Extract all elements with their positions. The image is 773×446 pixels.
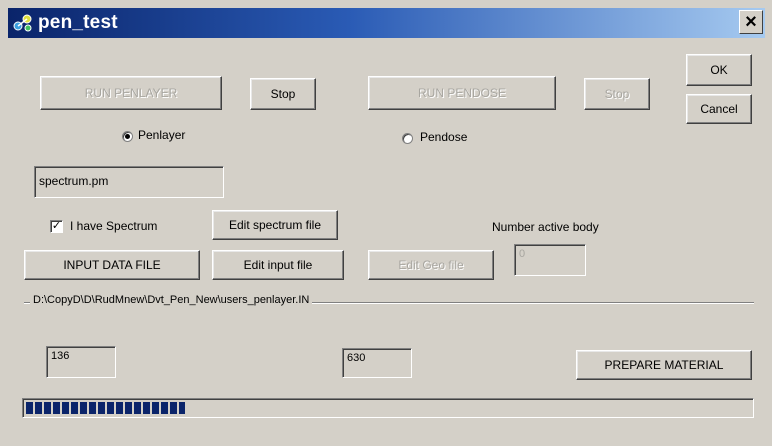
value-right-field[interactable]: 630	[342, 348, 412, 378]
pendose-radio-label: Pendose	[420, 130, 468, 144]
stop-pendose-button[interactable]: Stop	[584, 78, 650, 110]
cancel-button[interactable]: Cancel	[686, 94, 752, 124]
run-pendose-button[interactable]: RUN PENDOSE	[368, 76, 556, 110]
progress-bar-fill	[26, 402, 185, 414]
edit-geo-file-button[interactable]: Edit Geo file	[368, 250, 494, 280]
penlayer-radio-label: Penlayer	[138, 128, 186, 142]
spectrum-file-field[interactable]: spectrum.pm	[34, 166, 224, 198]
number-active-body-field[interactable]: 0	[514, 244, 586, 276]
close-icon: ×	[745, 11, 757, 33]
have-spectrum-label: I have Spectrum	[70, 219, 158, 233]
edit-spectrum-file-button[interactable]: Edit spectrum file	[212, 210, 338, 240]
value-left-field[interactable]: 136	[46, 346, 116, 378]
close-button[interactable]: ×	[739, 10, 763, 34]
pen-test-dialog: pen_test × RUN PENLAYER Stop RUN PENDOSE…	[0, 0, 773, 446]
input-data-file-button[interactable]: INPUT DATA FILE	[24, 250, 200, 280]
stop-penlayer-button[interactable]: Stop	[250, 78, 316, 110]
penlayer-radio[interactable]	[122, 131, 133, 142]
checkmark-icon: ✓	[51, 220, 62, 232]
app-icon	[12, 12, 34, 34]
edit-input-file-button[interactable]: Edit input file	[212, 250, 344, 280]
input-file-path: D:\CopyD\D\RudMnew\Dvt_Pen_New\users_pen…	[30, 294, 313, 306]
ok-button[interactable]: OK	[686, 54, 752, 86]
window-title: pen_test	[38, 12, 118, 33]
title-bar[interactable]: pen_test ×	[8, 8, 765, 38]
run-penlayer-button[interactable]: RUN PENLAYER	[40, 76, 222, 110]
number-active-body-label: Number active body	[492, 220, 599, 234]
progress-bar	[22, 398, 754, 418]
pendose-radio[interactable]	[402, 133, 413, 144]
prepare-material-button[interactable]: PREPARE MATERIAL	[576, 350, 752, 380]
have-spectrum-checkbox[interactable]: ✓	[50, 220, 63, 233]
